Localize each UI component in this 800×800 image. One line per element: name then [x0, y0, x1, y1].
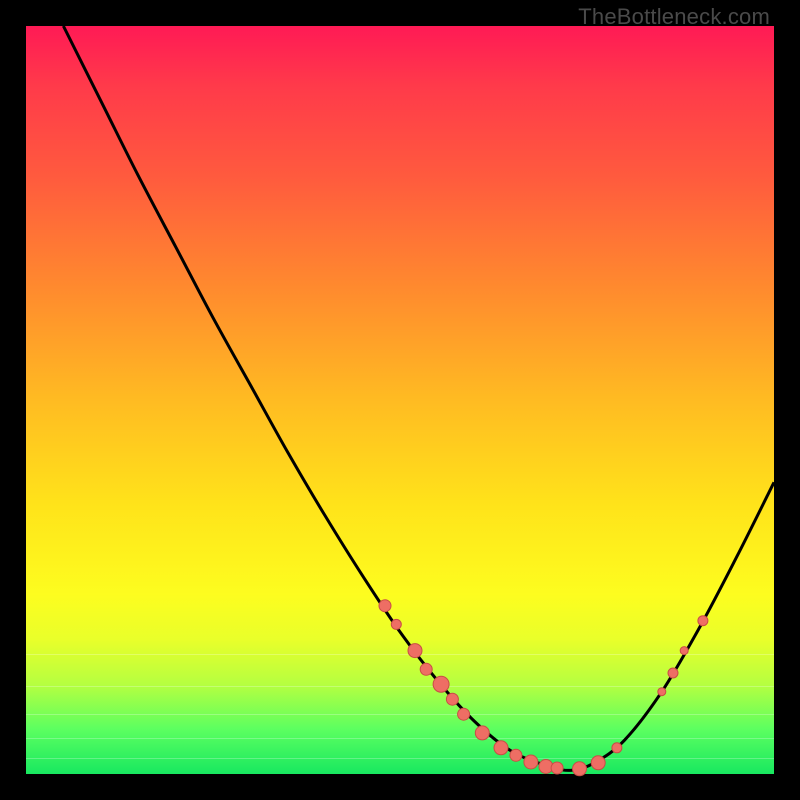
highlight-dot: [475, 726, 489, 740]
attribution-text: TheBottleneck.com: [578, 4, 770, 30]
highlight-dot: [458, 708, 470, 720]
highlight-dots-group: [379, 600, 708, 776]
highlight-dot: [420, 663, 432, 675]
highlight-dot: [698, 616, 708, 626]
highlight-dot: [524, 755, 538, 769]
highlight-dot: [612, 743, 622, 753]
curve-path: [63, 26, 774, 770]
highlight-dot: [408, 644, 422, 658]
highlight-dot: [591, 756, 605, 770]
highlight-dot: [573, 762, 587, 776]
highlight-dot: [433, 676, 449, 692]
bottleneck-curve: [26, 26, 774, 774]
highlight-dot: [379, 600, 391, 612]
highlight-dot: [680, 647, 688, 655]
highlight-dot: [658, 688, 666, 696]
highlight-dot: [446, 693, 458, 705]
chart-frame: [26, 26, 774, 774]
highlight-dot: [510, 749, 522, 761]
highlight-dot: [668, 668, 678, 678]
highlight-dot: [494, 741, 508, 755]
highlight-dot: [551, 762, 563, 774]
highlight-dot: [391, 619, 401, 629]
